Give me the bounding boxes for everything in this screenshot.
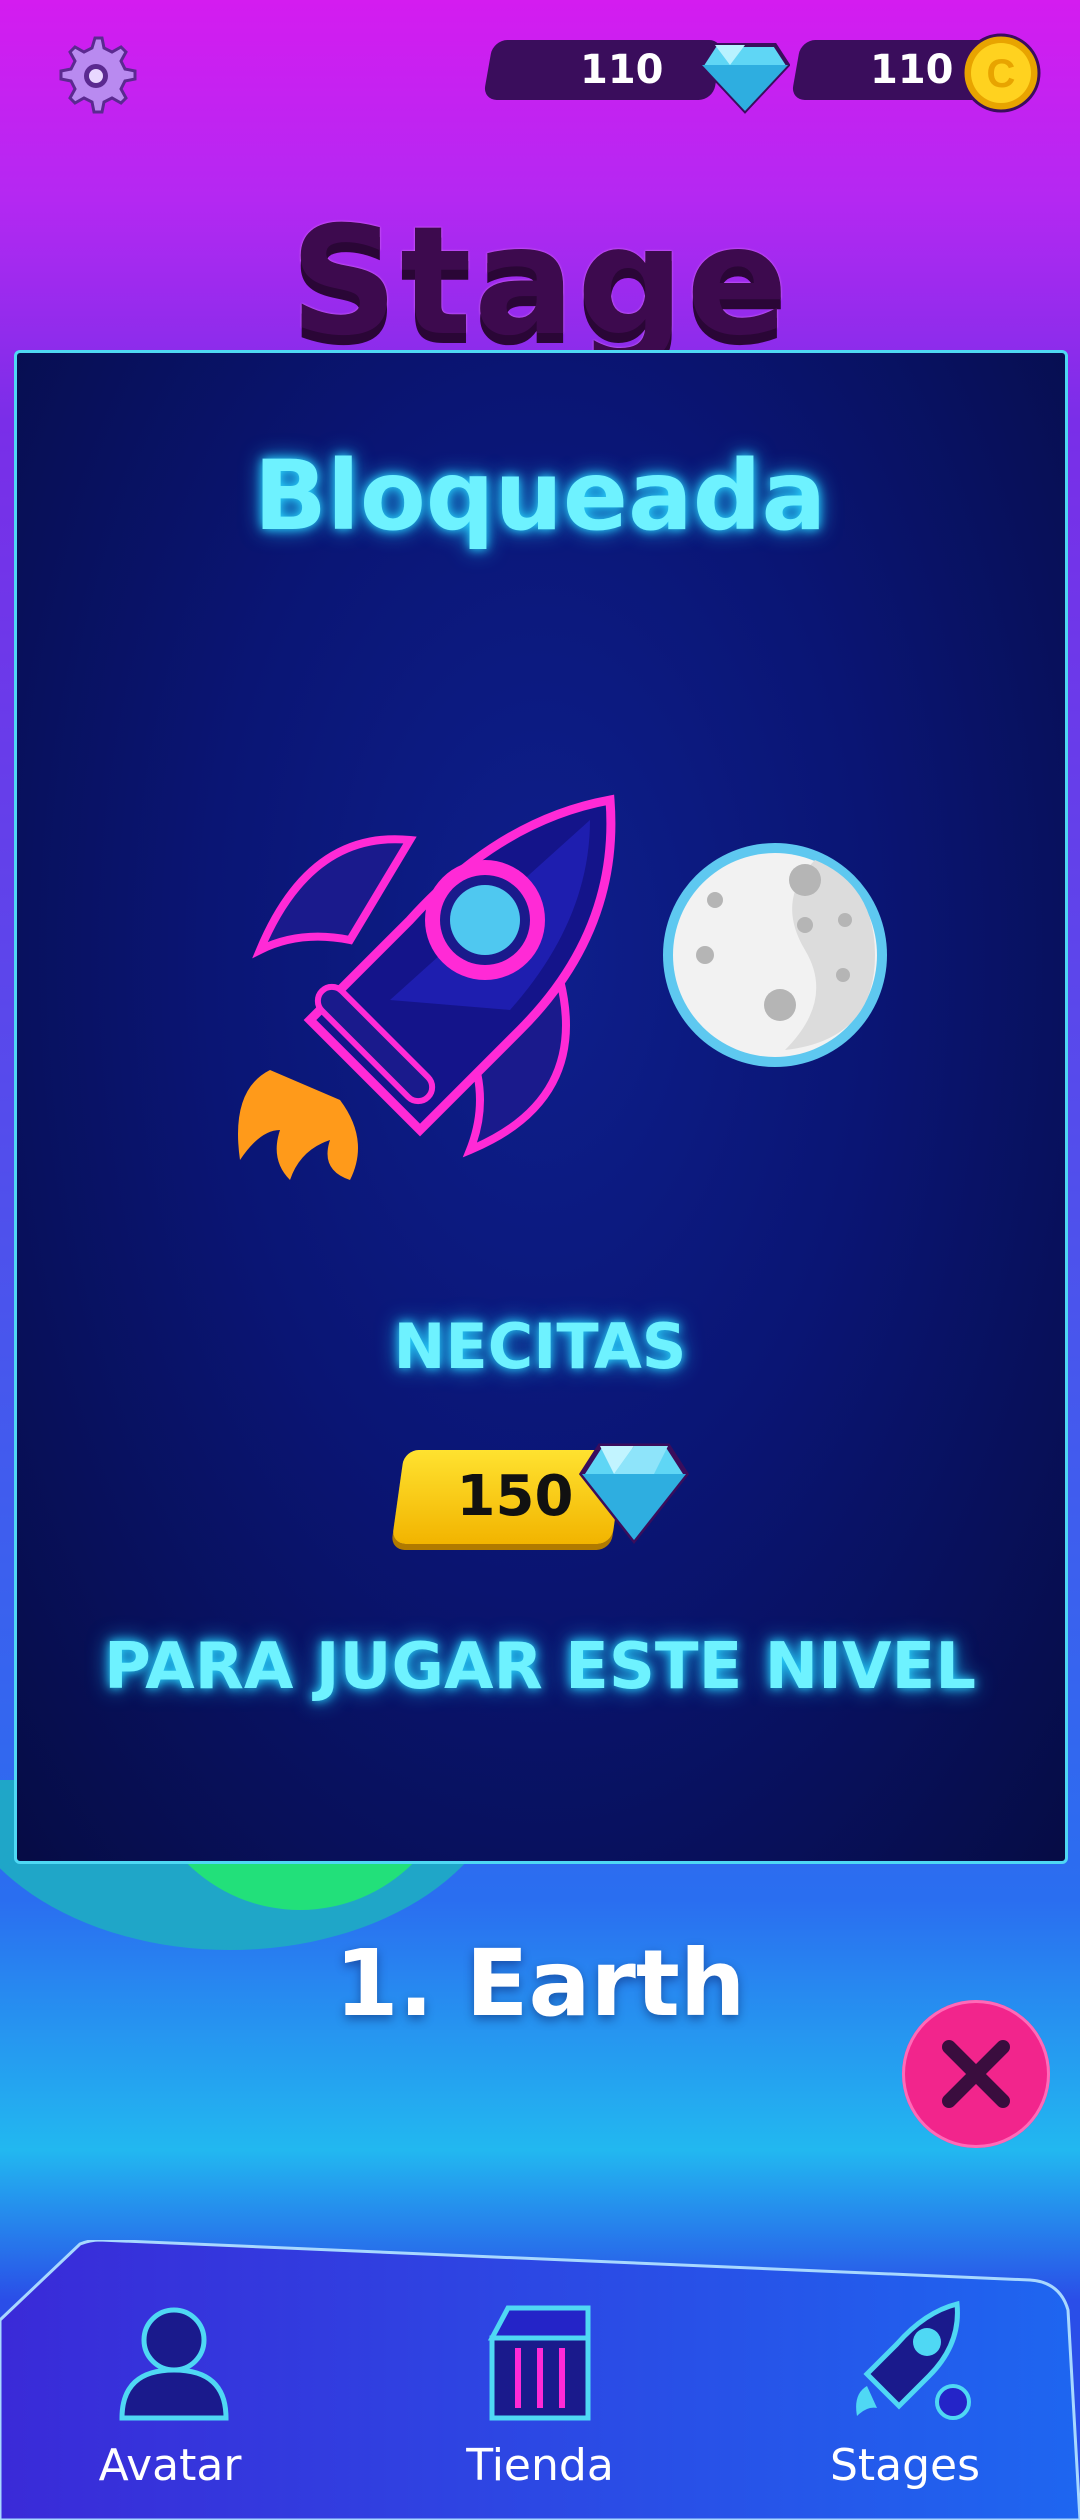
nav-label-avatar: Avatar — [98, 2440, 242, 2491]
avatar-icon — [119, 2307, 229, 2421]
close-icon — [942, 2040, 1010, 2108]
play-level-label: PARA JUGAR ESTE NIVEL — [104, 1630, 976, 1704]
coin-icon: C — [961, 33, 1041, 113]
shop-icon — [487, 2305, 591, 2421]
locked-status: Bloqueada — [253, 440, 827, 552]
moon-illustration — [663, 843, 887, 1067]
nav-label-tienda: Tienda — [466, 2440, 614, 2491]
nav-item-stages[interactable]: Stages — [755, 2290, 1055, 2510]
stage-name: 1. Earth — [334, 1930, 746, 2037]
nav-item-avatar[interactable]: Avatar — [20, 2290, 320, 2510]
page-title: Stage — [289, 195, 791, 369]
requirement-label: NECITAS — [393, 1310, 687, 1383]
diamond-icon — [578, 1443, 690, 1544]
rocket-illustration — [238, 794, 616, 1180]
rocket-icon — [856, 2300, 971, 2420]
diamond-icon — [700, 43, 790, 114]
coins-value: 110 — [870, 47, 954, 93]
nav-item-tienda[interactable]: Tienda — [390, 2290, 690, 2510]
gems-value: 110 — [580, 47, 664, 93]
cost-value: 150 — [456, 1464, 574, 1529]
nav-label-stages: Stages — [829, 2440, 981, 2491]
settings-gear-icon[interactable] — [50, 30, 140, 120]
close-button[interactable] — [902, 2000, 1050, 2148]
svg-text:C: C — [987, 52, 1016, 96]
